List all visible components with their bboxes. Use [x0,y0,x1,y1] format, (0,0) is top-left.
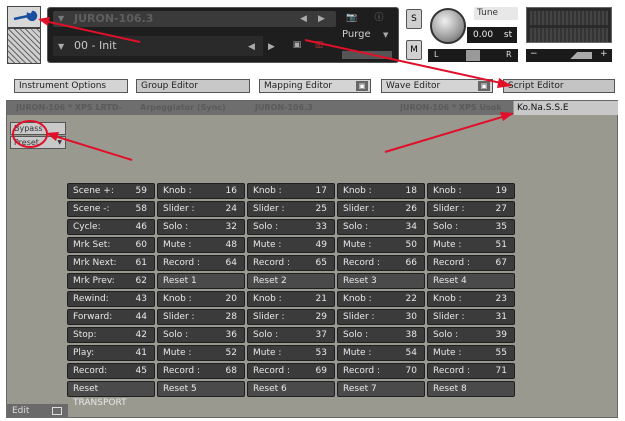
bypass-highlight-circle [12,120,48,148]
annotation-overlay [12,17,514,161]
annotation-arrowhead [500,112,514,121]
annotation-arrow [47,133,133,161]
annotation-arrowhead [46,132,59,141]
annotation-arrow [304,39,511,86]
annotation-arrowhead [38,17,50,26]
annotation-arrow [39,19,141,43]
annotation-arrow [384,113,513,153]
annotation-arrowhead [497,78,512,88]
